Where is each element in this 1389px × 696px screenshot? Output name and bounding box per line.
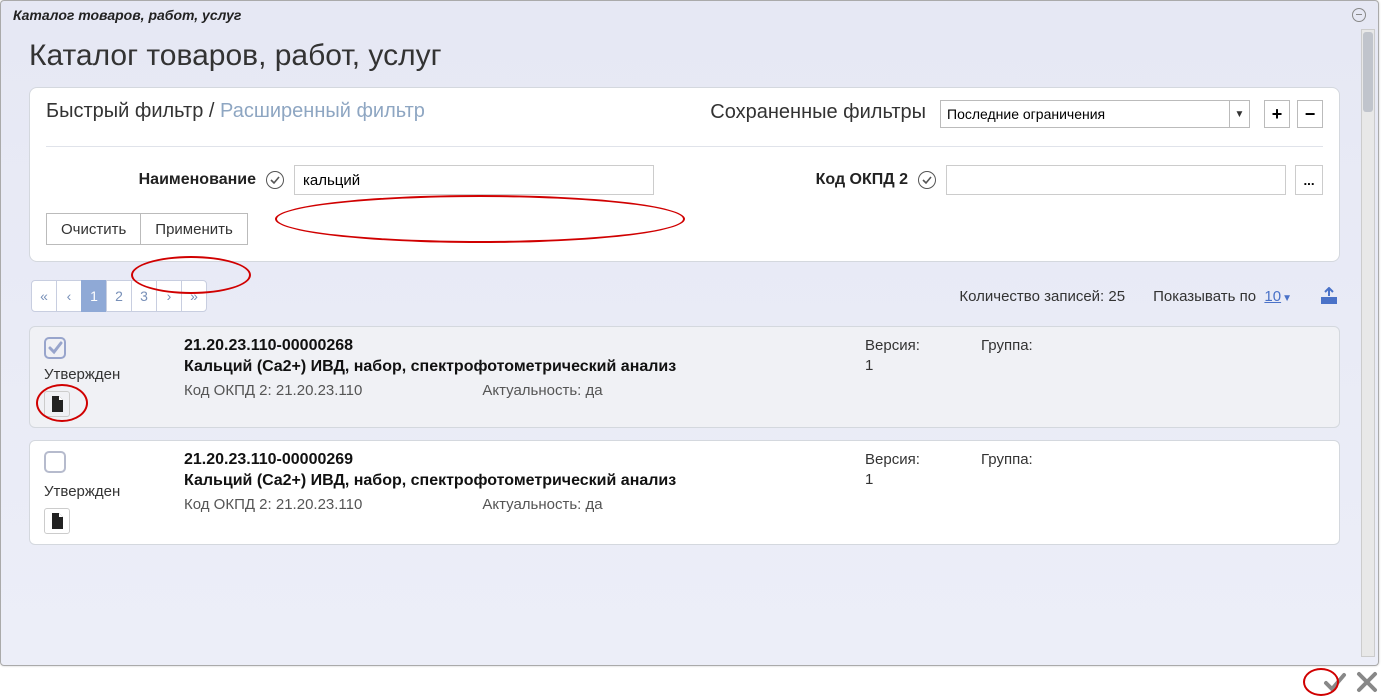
pager-next[interactable]: › xyxy=(156,280,182,312)
item-checkbox-wrapper xyxy=(44,337,66,361)
page-title: Каталог товаров, работ, услуг xyxy=(29,39,1340,73)
item-code: 21.20.23.110-00000269 xyxy=(184,451,865,469)
item-checkbox[interactable] xyxy=(44,337,66,359)
confirm-icon[interactable] xyxy=(1323,670,1347,694)
show-per-page: Показывать по 10▼ xyxy=(1153,288,1292,305)
okpd-filter-input[interactable] xyxy=(946,165,1286,195)
saved-filters-group: Сохраненные фильтры Последние ограничени… xyxy=(710,100,1323,128)
window-controls xyxy=(1352,8,1366,22)
item-code: 21.20.23.110-00000268 xyxy=(184,337,865,355)
name-filter-input[interactable] xyxy=(294,165,654,195)
filter-fields-row: Наименование Код ОКПД 2 ... xyxy=(46,165,1323,195)
pager-page-2[interactable]: 2 xyxy=(106,280,132,312)
item-version-value: 1 xyxy=(865,357,945,374)
item-name: Кальций (Ca2+) ИВД, набор, спектрофотоме… xyxy=(184,472,865,490)
pager-page-3[interactable]: 3 xyxy=(131,280,157,312)
item-actual: Актуальность: да xyxy=(482,496,602,513)
vertical-scrollbar[interactable] xyxy=(1361,29,1375,657)
item-group-col: Группа: xyxy=(981,451,1033,534)
pager-prev[interactable]: ‹ xyxy=(56,280,82,312)
okpd-lookup-button[interactable]: ... xyxy=(1295,165,1323,195)
pager-last[interactable]: » xyxy=(181,280,207,312)
item-okpd: Код ОКПД 2: 21.20.23.110 xyxy=(184,382,362,399)
filter-tabs: Быстрый фильтр / Расширенный фильтр xyxy=(46,100,425,123)
item-right: Версия: 1 Группа: xyxy=(865,451,1325,534)
saved-filters-select[interactable]: Последние ограничения xyxy=(940,100,1230,128)
item-group-label: Группа: xyxy=(981,337,1033,354)
okpd-filter-field: Код ОКПД 2 ... xyxy=(738,165,1323,195)
window-title: Каталог товаров, работ, услуг xyxy=(13,7,241,23)
add-filter-button[interactable]: + xyxy=(1264,100,1290,128)
item-group-col: Группа: xyxy=(981,337,1033,417)
select-caret-icon[interactable]: ▼ xyxy=(1230,100,1250,128)
titlebar: Каталог товаров, работ, услуг xyxy=(1,1,1378,29)
item-body: 21.20.23.110-00000269 Кальций (Ca2+) ИВД… xyxy=(184,451,1325,534)
tabs-separator: / xyxy=(209,100,215,122)
show-per-page-link[interactable]: 10 xyxy=(1264,288,1281,305)
export-icon[interactable] xyxy=(1320,287,1338,305)
filter-actions: Очистить Применить xyxy=(46,213,1323,245)
item-meta: Код ОКПД 2: 21.20.23.110 Актуальность: д… xyxy=(184,496,865,513)
item-main: 21.20.23.110-00000269 Кальций (Ca2+) ИВД… xyxy=(184,451,865,534)
document-icon[interactable] xyxy=(44,508,70,534)
document-icon[interactable] xyxy=(44,391,70,417)
close-icon[interactable] xyxy=(1355,670,1379,694)
pager: « ‹ 1 2 3 › » xyxy=(31,280,207,312)
dialog-window: Каталог товаров, работ, услуг Каталог то… xyxy=(0,0,1379,666)
item-status: Утвержден xyxy=(44,483,164,500)
item-left-col: Утвержден xyxy=(44,337,164,417)
item-actual: Актуальность: да xyxy=(482,382,602,399)
pager-first[interactable]: « xyxy=(31,280,57,312)
filter-header-row: Быстрый фильтр / Расширенный фильтр Сохр… xyxy=(46,100,1323,147)
item-okpd: Код ОКПД 2: 21.20.23.110 xyxy=(184,496,362,513)
item-version-value: 1 xyxy=(865,471,945,488)
saved-filters-select-group: Последние ограничения ▼ xyxy=(940,100,1250,128)
item-meta: Код ОКПД 2: 21.20.23.110 Актуальность: д… xyxy=(184,382,865,399)
item-group-label: Группа: xyxy=(981,451,1033,468)
scroll-thumb[interactable] xyxy=(1363,32,1373,112)
filter-panel: Быстрый фильтр / Расширенный фильтр Сохр… xyxy=(29,87,1340,262)
saved-filters-label: Сохраненные фильтры xyxy=(710,100,926,125)
okpd-filter-check-icon[interactable] xyxy=(918,171,936,189)
item-checkbox[interactable] xyxy=(44,451,66,473)
item-checkbox-wrapper xyxy=(44,451,66,478)
item-right: Версия: 1 Группа: xyxy=(865,337,1325,417)
minimize-icon[interactable] xyxy=(1352,8,1366,22)
viewport: Каталог товаров, работ, услуг Быстрый фи… xyxy=(9,29,1360,657)
apply-button[interactable]: Применить xyxy=(140,213,248,245)
item-left-col: Утвержден xyxy=(44,451,164,534)
tab-advanced-filter[interactable]: Расширенный фильтр xyxy=(220,100,425,122)
name-filter-field: Наименование xyxy=(46,165,654,195)
list-item[interactable]: Утвержден 21.20.23.110-00000268 Кальций … xyxy=(29,326,1340,428)
list-item[interactable]: Утвержден 21.20.23.110-00000269 Кальций … xyxy=(29,440,1340,545)
tab-quick-filter[interactable]: Быстрый фильтр xyxy=(46,100,203,122)
item-version-label: Версия: xyxy=(865,337,945,354)
page: Каталог товаров, работ, услуг Быстрый фи… xyxy=(9,29,1360,657)
pager-page-1[interactable]: 1 xyxy=(81,280,107,312)
remove-filter-button[interactable]: − xyxy=(1297,100,1323,128)
name-filter-label: Наименование xyxy=(46,171,256,189)
item-name: Кальций (Ca2+) ИВД, набор, спектрофотоме… xyxy=(184,358,865,376)
pager-row: « ‹ 1 2 3 › » Количество записей: 25 Пок… xyxy=(29,280,1340,312)
item-body: 21.20.23.110-00000268 Кальций (Ca2+) ИВД… xyxy=(184,337,1325,417)
records-count: Количество записей: 25 xyxy=(959,288,1125,305)
footer-icons xyxy=(1323,668,1379,696)
item-version-label: Версия: xyxy=(865,451,945,468)
item-version-col: Версия: 1 xyxy=(865,337,945,417)
clear-button[interactable]: Очистить xyxy=(46,213,141,245)
pager-info: Количество записей: 25 Показывать по 10▼ xyxy=(959,287,1338,305)
item-status: Утвержден xyxy=(44,366,164,383)
name-filter-check-icon[interactable] xyxy=(266,171,284,189)
item-version-col: Версия: 1 xyxy=(865,451,945,534)
okpd-filter-label: Код ОКПД 2 xyxy=(738,171,908,189)
item-main: 21.20.23.110-00000268 Кальций (Ca2+) ИВД… xyxy=(184,337,865,417)
caret-down-icon[interactable]: ▼ xyxy=(1282,293,1292,304)
